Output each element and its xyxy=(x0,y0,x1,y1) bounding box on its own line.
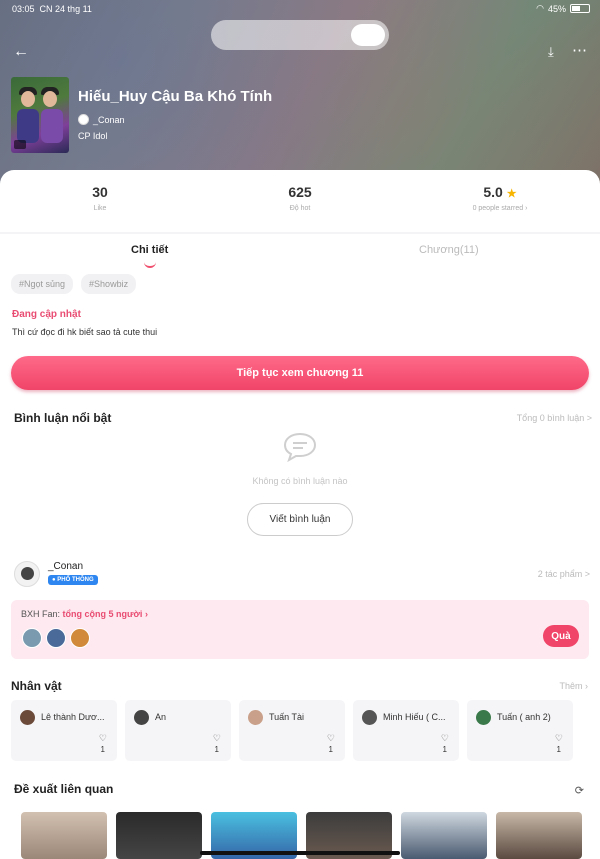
character-name: Lê thành Dươ... xyxy=(41,712,105,722)
tab-bar: Chi tiết Chương(11) xyxy=(0,242,600,268)
stats-card: 30 Like 625 Độ hot 5.0 ★ 0 people starre… xyxy=(0,170,600,232)
related-book-cover[interactable] xyxy=(496,812,582,859)
character-avatar xyxy=(476,710,491,725)
author-row[interactable]: _Conan ● PHỔ THÔNG 2 tác phẩm > xyxy=(14,559,590,589)
book-category[interactable]: CP Idol xyxy=(78,131,107,141)
character-like-count: 1 xyxy=(214,745,219,754)
switch-knob xyxy=(351,24,385,46)
character-name: An xyxy=(155,712,167,722)
characters-title: Nhân vật xyxy=(11,679,62,693)
tab-chapters[interactable]: Chương(11) xyxy=(419,244,479,256)
tab-details[interactable]: Chi tiết xyxy=(131,244,168,256)
header-author[interactable]: _Conan xyxy=(78,114,125,125)
comments-title: Bình luận nổi bật xyxy=(14,411,112,425)
author-avatar[interactable] xyxy=(14,561,40,587)
stat-rating-value: 5.0 xyxy=(483,184,503,200)
fan-avatar[interactable] xyxy=(46,628,66,648)
related-book-cover[interactable] xyxy=(116,812,202,859)
stat-hot: 625 Độ hot xyxy=(200,170,400,232)
character-name: Minh Hiếu ( C... xyxy=(383,712,446,722)
character-name: Tuấn Tài xyxy=(269,712,305,722)
character-avatar xyxy=(20,710,35,725)
character-card[interactable]: Minh Hiếu ( C... ♡ 1 xyxy=(353,700,459,761)
character-like-count: 1 xyxy=(100,745,105,754)
heart-icon[interactable]: ♡ xyxy=(213,733,221,744)
stat-hot-label: Độ hot xyxy=(289,205,311,212)
write-comment-button[interactable]: Viết bình luận xyxy=(247,503,353,536)
character-card[interactable]: Tuấn ( anh 2) ♡ 1 xyxy=(467,700,573,761)
book-cover[interactable] xyxy=(11,77,69,153)
battery-icon xyxy=(570,4,590,13)
related-book-cover[interactable] xyxy=(21,812,107,859)
tag-chip[interactable]: #Showbiz xyxy=(81,274,137,294)
tag-list: #Ngọt sủng #Showbiz xyxy=(11,274,137,294)
character-avatar xyxy=(134,710,149,725)
comments-total-link[interactable]: Tổng 0 bình luận > xyxy=(517,413,592,423)
character-avatar xyxy=(248,710,263,725)
stat-rating-label: 0 people starred xyxy=(472,205,524,212)
stat-like-label: Like xyxy=(93,205,107,212)
character-card[interactable]: Tuấn Tài ♡ 1 xyxy=(239,700,345,761)
fan-avatar[interactable] xyxy=(70,628,90,648)
character-card[interactable]: Lê thành Dươ... ♡ 1 xyxy=(11,700,117,761)
character-like-count: 1 xyxy=(442,745,447,754)
stat-like: 30 Like xyxy=(0,170,200,232)
character-like-count: 1 xyxy=(328,745,333,754)
no-comments-text: Không có bình luận nào xyxy=(252,476,348,486)
character-list: Lê thành Dươ... ♡ 1 An ♡ 1 Tuấn Tài ♡ 1 … xyxy=(11,700,573,761)
star-icon: ★ xyxy=(506,188,517,200)
comment-bubble-icon xyxy=(283,432,317,462)
book-title: Hiếu_Huy Cậu Ba Khó Tính xyxy=(78,88,273,105)
tab-indicator xyxy=(144,262,156,268)
character-like-count: 1 xyxy=(556,745,561,754)
character-name: Tuấn ( anh 2) xyxy=(497,712,551,722)
fan-ranking-box[interactable]: BXH Fan: tổng cộng 5 người › Quà xyxy=(11,600,589,659)
author-level-badge: ● PHỔ THÔNG xyxy=(48,575,98,585)
cover-comment-icon xyxy=(14,140,26,149)
character-card[interactable]: An ♡ 1 xyxy=(125,700,231,761)
heart-icon[interactable]: ♡ xyxy=(555,733,563,744)
story-description: Thì cứ đọc đi hk biết sao tả cute thui xyxy=(12,327,158,337)
fan-ranking-title: BXH Fan: tổng cộng 5 người › xyxy=(21,609,148,619)
header-author-name: _Conan xyxy=(93,114,125,125)
author-works-link[interactable]: 2 tác phẩm > xyxy=(538,569,590,579)
stat-hot-value: 625 xyxy=(288,184,312,200)
fan-avatar[interactable] xyxy=(22,628,42,648)
top-switch[interactable] xyxy=(211,20,389,50)
author-avatar-icon xyxy=(78,114,89,125)
characters-more-link[interactable]: Thêm › xyxy=(559,681,588,691)
gift-button[interactable]: Quà xyxy=(543,625,579,647)
related-title: Đề xuất liên quan xyxy=(14,782,114,796)
main-content: Chi tiết Chương(11) #Ngọt sủng #Showbiz … xyxy=(0,234,600,859)
heart-icon[interactable]: ♡ xyxy=(327,733,335,744)
download-icon[interactable]: ⤓ xyxy=(548,44,554,60)
continue-reading-button[interactable]: Tiếp tục xem chương 11 xyxy=(11,356,589,390)
back-arrow-icon[interactable]: ← xyxy=(13,43,29,61)
related-book-cover[interactable] xyxy=(401,812,487,859)
battery-text: 45% xyxy=(547,3,566,14)
more-options-icon[interactable]: ⋯ xyxy=(572,41,588,59)
refresh-icon[interactable]: ⟳ xyxy=(575,784,584,797)
status-bar: 03:05 CN 24 thg 11 ◠ 45% xyxy=(0,0,600,18)
wifi-icon: ◠ xyxy=(536,3,544,13)
character-avatar xyxy=(362,710,377,725)
status-time: 03:05 CN 24 thg 11 xyxy=(12,4,92,14)
heart-icon[interactable]: ♡ xyxy=(441,733,449,744)
home-indicator[interactable] xyxy=(200,851,400,855)
author-name: _Conan xyxy=(48,561,84,572)
tag-chip[interactable]: #Ngọt sủng xyxy=(11,274,74,294)
stat-like-value: 30 xyxy=(92,184,108,200)
stat-rating[interactable]: 5.0 ★ 0 people starred › xyxy=(400,170,600,232)
story-status: Đang cập nhật xyxy=(12,309,81,320)
heart-icon[interactable]: ♡ xyxy=(99,733,107,744)
